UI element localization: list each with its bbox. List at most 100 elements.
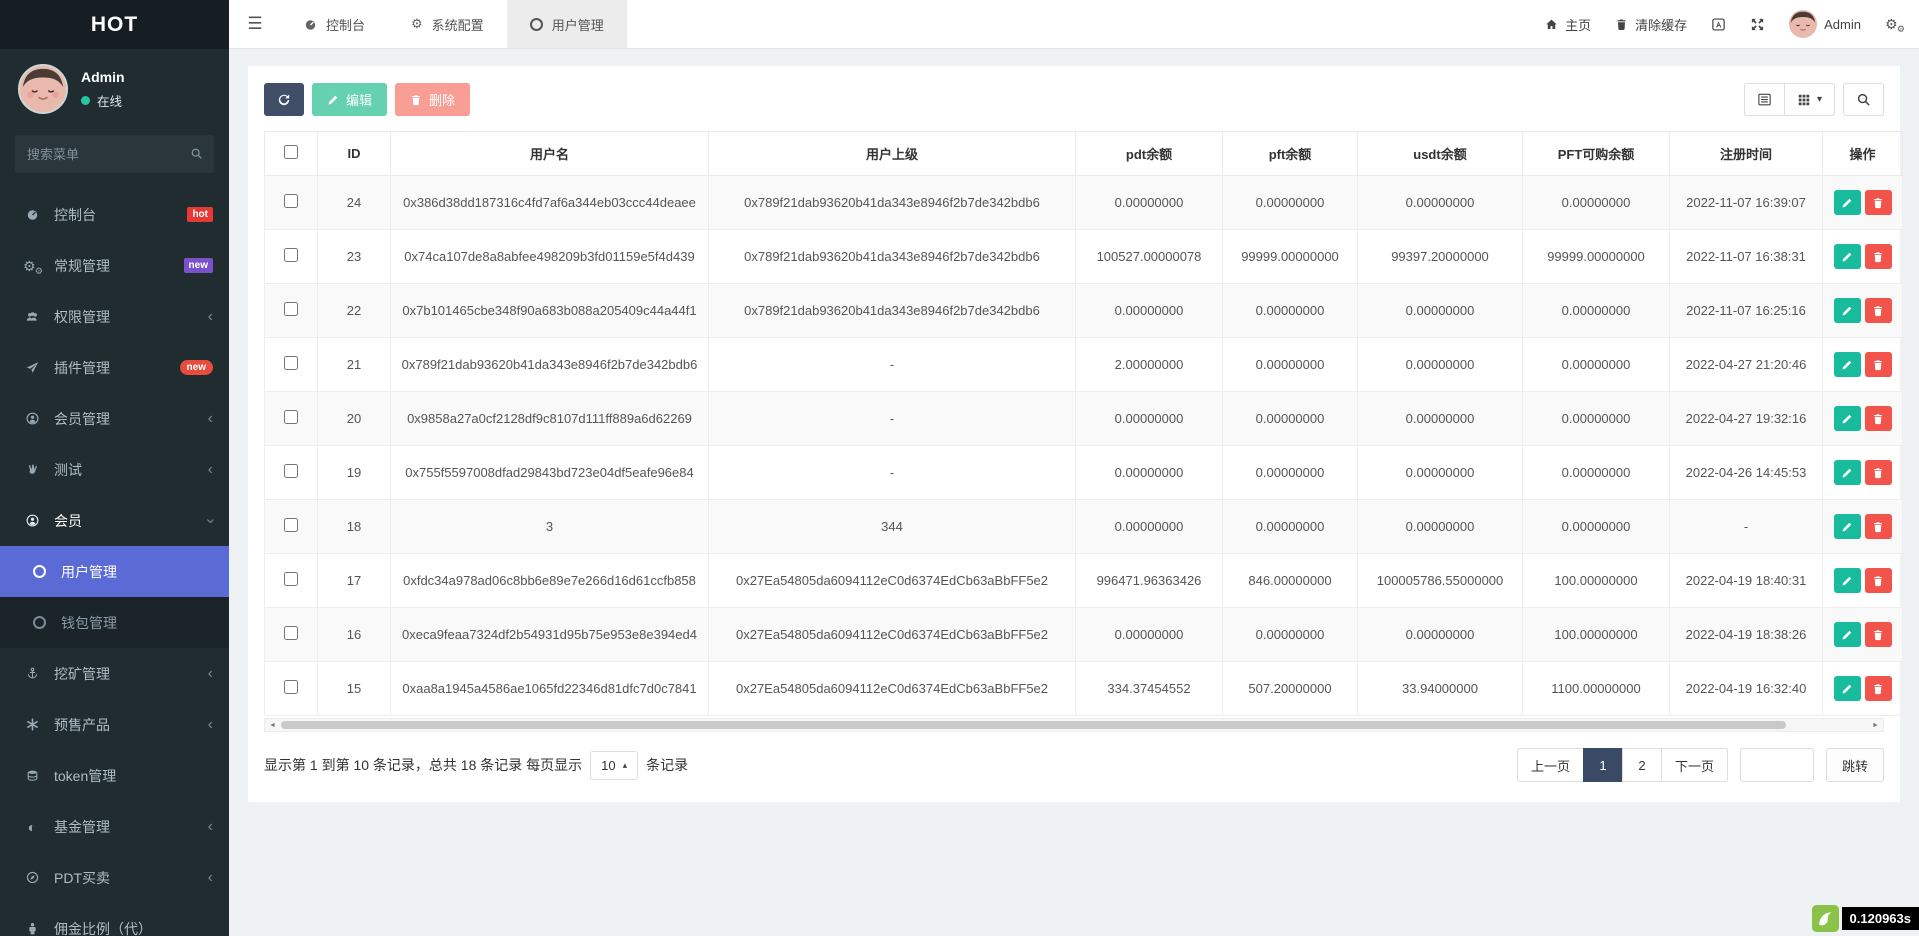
column-header-usdt: usdt余额 [1358,132,1523,176]
sidebar-item-pdt-trade[interactable]: PDT买卖 ‹ [0,852,229,903]
next-page-button[interactable]: 下一页 [1661,748,1728,782]
row-actions [1823,662,1903,716]
row-checkbox[interactable] [284,302,298,316]
row-delete-button[interactable] [1865,460,1892,485]
sidebar-item-mining-mgmt[interactable]: 挖矿管理 ‹ [0,648,229,699]
avatar [1789,10,1817,38]
horizontal-scrollbar[interactable]: ◄ ► [264,718,1884,732]
tab-system-config[interactable]: ⚙ 系统配置 [388,0,507,48]
row-edit-button[interactable] [1834,190,1861,215]
row-edit-button[interactable] [1834,406,1861,431]
row-checkbox[interactable] [284,572,298,586]
cell-pft_buy: 0.00000000 [1523,500,1670,554]
row-delete-button[interactable] [1865,676,1892,701]
row-edit-button[interactable] [1834,460,1861,485]
row-checkbox[interactable] [284,356,298,370]
pencil-icon [1841,575,1853,587]
row-edit-button[interactable] [1834,298,1861,323]
prev-page-button[interactable]: 上一页 [1517,748,1584,782]
home-icon [1545,18,1558,31]
sidebar-item-plugin-mgmt[interactable]: 插件管理 new [0,342,229,393]
tab-console[interactable]: 控制台 [281,0,388,48]
user-circle-icon [23,412,41,425]
sidebar-item-user-mgmt[interactable]: 用户管理 [0,546,229,597]
sidebar-item-wallet-mgmt[interactable]: 钱包管理 [0,597,229,648]
refresh-button[interactable] [264,83,304,116]
language-button[interactable] [1711,17,1726,32]
page-button-2[interactable]: 2 [1622,748,1662,782]
row-delete-button[interactable] [1865,352,1892,377]
row-checkbox[interactable] [284,194,298,208]
row-delete-button[interactable] [1865,298,1892,323]
row-edit-button[interactable] [1834,622,1861,647]
sidebar-item-token-mgmt[interactable]: token管理 [0,750,229,801]
sidebar-item-console[interactable]: 控制台 hot [0,189,229,240]
row-checkbox[interactable] [284,680,298,694]
tab-user-mgmt[interactable]: 用户管理 [507,0,627,48]
jump-button[interactable]: 跳转 [1826,748,1884,782]
navbar-user[interactable]: Admin [1789,10,1861,38]
sidebar-item-presale-products[interactable]: 预售产品 ‹ [0,699,229,750]
cell-pft: 0.00000000 [1223,608,1358,662]
settings-button[interactable]: ⚙⚙ [1885,16,1903,32]
sidebar-item-label: 权限管理 [54,307,195,327]
delete-button[interactable]: 删除 [395,83,470,116]
tab-label: 用户管理 [552,15,604,34]
dashboard-icon [23,208,41,221]
columns-button[interactable]: ▾ [1784,83,1835,116]
row-edit-button[interactable] [1834,568,1861,593]
edit-button[interactable]: 编辑 [312,83,387,116]
row-delete-button[interactable] [1865,190,1892,215]
row-actions [1823,446,1903,500]
row-delete-button[interactable] [1865,406,1892,431]
table-row: 150xaa8a1945a4586ae1065fd22346d81dfc7d0c… [265,662,1903,716]
row-edit-button[interactable] [1834,514,1861,539]
select-all-checkbox[interactable] [284,145,298,159]
sidebar-item-label: 常规管理 [54,256,171,276]
jump-page-input[interactable] [1740,748,1814,782]
home-link[interactable]: 主页 [1545,15,1591,34]
search-toggle-button[interactable] [1843,83,1884,116]
row-checkbox[interactable] [284,248,298,262]
row-actions [1823,338,1903,392]
sidebar-toggle-button[interactable]: ☰ [229,0,281,48]
row-select-cell [265,230,318,284]
row-edit-button[interactable] [1834,244,1861,269]
top-navbar: ☰ 控制台 ⚙ 系统配置 用户管理 主页 清除缓存 [229,0,1919,49]
fullscreen-button[interactable] [1750,17,1765,32]
row-checkbox[interactable] [284,626,298,640]
row-select-cell [265,500,318,554]
sidebar-item-test[interactable]: 测试 ‹ [0,444,229,495]
table-header-row: ID 用户名 用户上级 pdt余额 pft余额 usdt余额 PFT可购余额 注… [265,132,1903,176]
scrollbar-thumb[interactable] [281,721,1786,729]
avatar[interactable] [18,64,68,114]
sidebar-item-fund-mgmt[interactable]: ◐ 基金管理 ‹ [0,801,229,852]
page-button-1[interactable]: 1 [1583,748,1623,782]
detail-view-button[interactable] [1744,83,1785,116]
sidebar-item-permission-mgmt[interactable]: 权限管理 ‹ [0,291,229,342]
row-delete-button[interactable] [1865,622,1892,647]
sidebar-item-general-mgmt[interactable]: ⚙⚙ 常规管理 new [0,240,229,291]
cell-pft: 0.00000000 [1223,392,1358,446]
sidebar-item-commission-ratio[interactable]: 佣金比例（代） [0,903,229,936]
cell-username: 0xfdc34a978ad06c8bb6e89e7e266d16d61ccfb8… [391,554,709,608]
row-delete-button[interactable] [1865,244,1892,269]
sidebar-search-input[interactable] [15,135,214,173]
row-edit-button[interactable] [1834,352,1861,377]
scroll-right-arrow-icon[interactable]: ► [1868,719,1883,731]
row-delete-button[interactable] [1865,568,1892,593]
chevron-left-icon: ‹ [208,870,213,886]
cell-reg_time: 2022-11-07 16:39:07 [1670,176,1823,230]
chevron-down-icon: ‹ [202,518,218,523]
row-edit-button[interactable] [1834,676,1861,701]
row-checkbox[interactable] [284,410,298,424]
sidebar-item-member-mgmt[interactable]: 会员管理 ‹ [0,393,229,444]
table-row: 210x789f21dab93620b41da343e8946f2b7de342… [265,338,1903,392]
sidebar-item-member[interactable]: 会员 ‹ [0,495,229,546]
page-size-dropdown[interactable]: 10 ▴ [590,751,638,780]
row-checkbox[interactable] [284,518,298,532]
row-checkbox[interactable] [284,464,298,478]
clear-cache-link[interactable]: 清除缓存 [1615,15,1687,34]
scroll-left-arrow-icon[interactable]: ◄ [265,719,280,731]
row-delete-button[interactable] [1865,514,1892,539]
